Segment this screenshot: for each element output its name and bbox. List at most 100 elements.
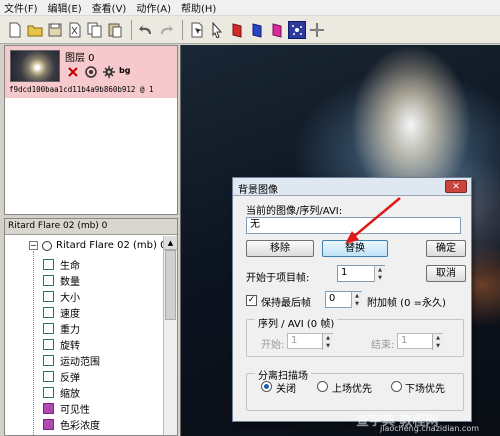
- cut-icon[interactable]: [66, 21, 84, 39]
- toolbar-separator: [131, 19, 132, 40]
- tree-item-zoom[interactable]: 缩放: [43, 385, 80, 400]
- pointer-icon[interactable]: [208, 21, 226, 39]
- layer-name: 图层 0: [65, 53, 95, 64]
- layer-hash: f9dcd100baa1cd11b4a9b860b912 @ 1: [9, 85, 154, 94]
- new-icon[interactable]: [6, 21, 24, 39]
- seq-end-spinner: ▲ ▼: [432, 334, 443, 350]
- seq-start-spinner: ▲ ▼: [322, 334, 333, 350]
- target-icon[interactable]: [85, 66, 97, 78]
- spin-down-icon: ▼: [323, 342, 333, 350]
- toolbar: [0, 16, 500, 44]
- particle-icon[interactable]: [288, 20, 306, 39]
- paste-icon[interactable]: [106, 21, 124, 39]
- tree-item-motion-rand[interactable]: 运动范围: [43, 353, 100, 368]
- red-layer-icon[interactable]: [228, 21, 246, 39]
- scroll-thumb[interactable]: [165, 250, 176, 320]
- hold-last-label: 保持最后帧: [261, 298, 311, 309]
- tree-item-bounce[interactable]: 反弹: [43, 369, 80, 384]
- ok-button[interactable]: 确定: [426, 240, 466, 257]
- property-icon: [43, 387, 54, 398]
- field-upper-label: 上场优先: [332, 384, 372, 395]
- emitter-icon: [42, 240, 52, 251]
- gear-icon[interactable]: [103, 66, 115, 78]
- tree-panel: Ritard Flare 02 (mb) 0 − Ritard Flare 02…: [4, 218, 178, 436]
- start-frame-label: 开始于项目帧:: [246, 273, 310, 284]
- toolbar-separator: [182, 19, 183, 40]
- collapse-icon[interactable]: −: [29, 241, 38, 250]
- redo-icon[interactable]: [157, 21, 175, 39]
- hold-last-checkbox[interactable]: ✓: [246, 295, 257, 306]
- property-icon: [43, 355, 54, 366]
- extra-frames-label: 附加帧 (0 =永久): [367, 298, 446, 309]
- copy-icon[interactable]: [86, 21, 104, 39]
- scroll-up-icon[interactable]: ▲: [164, 236, 177, 250]
- property-icon: [43, 371, 54, 382]
- spin-down-icon[interactable]: ▼: [375, 274, 385, 282]
- property-icon: [43, 403, 54, 414]
- seq-start-input: 1 ▲ ▼: [287, 333, 333, 350]
- blue-layer-icon[interactable]: [248, 21, 266, 39]
- save-icon[interactable]: [46, 21, 64, 39]
- dialog-titlebar[interactable]: 背景图像 ✕: [233, 178, 471, 196]
- sequence-group-title: 序列 / AVI (0 帧): [255, 315, 338, 330]
- menu-file[interactable]: 文件(F): [4, 0, 38, 15]
- x-icon[interactable]: [67, 66, 79, 78]
- tree-root[interactable]: − Ritard Flare 02 (mb) 0: [29, 240, 166, 251]
- tree-item-number[interactable]: 数量: [43, 273, 80, 288]
- pink-layer-icon[interactable]: [268, 21, 286, 39]
- field-off-radio[interactable]: [261, 381, 272, 392]
- tree-guide-line: [33, 251, 34, 435]
- property-icon: [43, 339, 54, 350]
- remove-button[interactable]: 移除: [246, 240, 314, 257]
- extra-frames-input[interactable]: 0 ▲ ▼: [325, 291, 362, 308]
- spin-down-icon[interactable]: ▼: [352, 300, 362, 308]
- menu-view[interactable]: 查看(V): [92, 0, 127, 15]
- tree-item-spin[interactable]: 旋转: [43, 337, 80, 352]
- property-icon: [43, 291, 54, 302]
- tree-item-velocity[interactable]: 速度: [43, 305, 80, 320]
- close-button[interactable]: ✕: [445, 180, 467, 193]
- undo-icon[interactable]: [137, 21, 155, 39]
- layer-row[interactable]: 图层 0 bg f9dcd100baa1cd11b4a9b860b912 @ 1: [5, 46, 177, 98]
- bg-tag[interactable]: bg: [119, 66, 130, 75]
- tree-root-label: Ritard Flare 02 (mb) 0: [56, 240, 167, 251]
- current-image-label: 当前的图像/序列/AVI:: [246, 206, 343, 217]
- spin-down-icon: ▼: [433, 342, 443, 350]
- tree-item-weight[interactable]: 重力: [43, 321, 80, 336]
- tree-item-size[interactable]: 大小: [43, 289, 80, 304]
- spin-up-icon: ▲: [433, 334, 443, 342]
- menu-help[interactable]: 帮助(H): [181, 0, 216, 15]
- field-lower-label: 下场优先: [405, 384, 445, 395]
- open-icon[interactable]: [26, 21, 44, 39]
- tree-header: Ritard Flare 02 (mb) 0: [5, 219, 177, 235]
- field-lower-radio[interactable]: [391, 381, 402, 392]
- seq-end-label: 结束:: [371, 340, 395, 351]
- layer-thumbnail: [10, 50, 60, 82]
- current-image-field: 无: [246, 217, 461, 234]
- menu-edit[interactable]: 编辑(E): [48, 0, 82, 15]
- background-image-dialog: 背景图像 ✕ 当前的图像/序列/AVI: 无 移除 替换 确定 开始于项目帧: …: [232, 177, 472, 422]
- property-icon: [43, 419, 54, 430]
- menu-action[interactable]: 动作(A): [136, 0, 171, 15]
- spin-up-icon[interactable]: ▲: [352, 292, 362, 300]
- tree-item-life[interactable]: 生命: [43, 257, 80, 272]
- cancel-button[interactable]: 取消: [426, 265, 466, 282]
- property-icon: [43, 275, 54, 286]
- tree-scrollbar[interactable]: ▲: [163, 236, 177, 435]
- start-frame-input[interactable]: 1 ▲ ▼: [337, 265, 385, 282]
- property-icon: [43, 259, 54, 270]
- spin-up-icon: ▲: [323, 334, 333, 342]
- replace-button[interactable]: 替换: [322, 240, 388, 257]
- seq-end-input: 1 ▲ ▼: [397, 333, 443, 350]
- transform-icon[interactable]: [308, 21, 326, 39]
- start-frame-spinner[interactable]: ▲ ▼: [374, 266, 385, 282]
- tree-item-tint[interactable]: 色彩浓度: [43, 417, 100, 432]
- field-upper-radio[interactable]: [317, 381, 328, 392]
- menu-bar: 文件(F) 编辑(E) 查看(V) 动作(A) 帮助(H): [0, 0, 500, 16]
- select-icon[interactable]: [188, 21, 206, 39]
- extra-frames-spinner[interactable]: ▲ ▼: [351, 292, 362, 308]
- tree-item-visibility[interactable]: 可见性: [43, 401, 90, 416]
- dialog-title: 背景图像: [238, 185, 278, 196]
- spin-up-icon[interactable]: ▲: [375, 266, 385, 274]
- field-off-label: 关闭: [276, 384, 296, 395]
